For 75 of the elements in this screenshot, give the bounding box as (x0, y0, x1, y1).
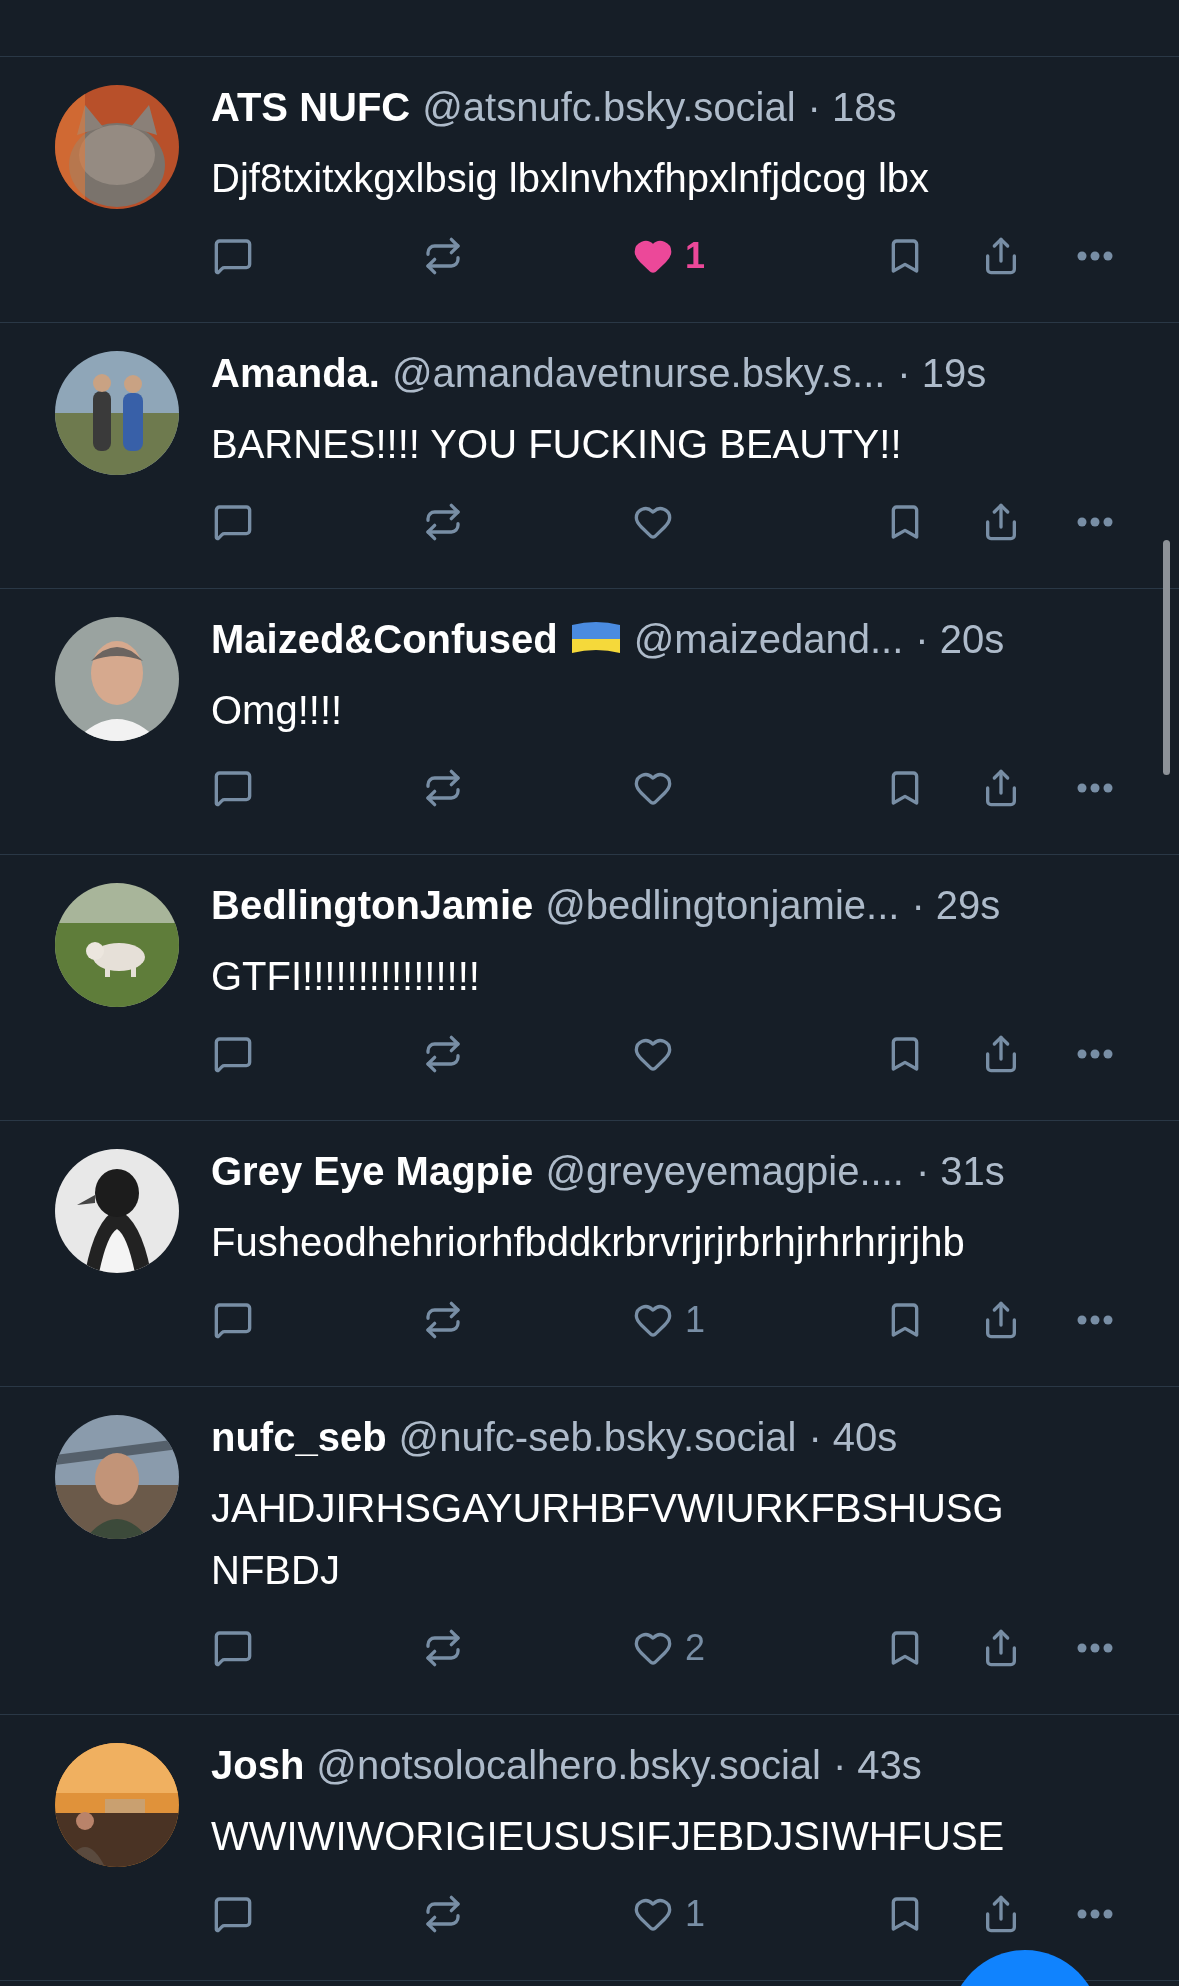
ellipsis-icon (1077, 783, 1113, 793)
author-handle[interactable]: @greyeyemagpie.... (545, 1148, 904, 1194)
repost-button[interactable] (423, 768, 463, 808)
author-handle[interactable]: @atsnufc.bsky.social (422, 84, 796, 130)
more-button[interactable] (1077, 251, 1113, 261)
more-button[interactable] (1077, 1643, 1113, 1653)
author-name[interactable]: BedlingtonJamie (211, 882, 534, 928)
speech-bubble-icon (213, 1034, 253, 1074)
speech-bubble-icon (213, 1628, 253, 1668)
more-button[interactable] (1077, 1049, 1113, 1059)
ellipsis-icon (1077, 251, 1113, 261)
post-text: JAHDJIRHSGAYURHBFVWIURKFBSHUSG NFBDJ (211, 1485, 1005, 1594)
reply-button[interactable] (213, 1628, 253, 1668)
post-text: Djf8txitxkgxlbsig lbxlnvhxfhpxlnfjdcog lbx (211, 155, 931, 202)
reply-button[interactable] (213, 236, 253, 276)
post-text: WWIWIWORIGIEUSUSIFJEBDJSIWHFUSE (211, 1813, 1006, 1860)
ellipsis-icon (1077, 1049, 1113, 1059)
reply-button[interactable] (213, 502, 253, 542)
post-time: · 18s (807, 84, 897, 130)
repost-icon (423, 768, 463, 808)
repost-button[interactable] (423, 1034, 463, 1074)
post-time: · 20s (915, 616, 1005, 662)
speech-bubble-icon (213, 236, 253, 276)
post-text: GTFI!!!!!!!!!!!!!!!! (211, 953, 481, 1000)
repost-button[interactable] (423, 236, 463, 276)
repost-icon (423, 1034, 463, 1074)
repost-icon (423, 502, 463, 542)
reply-button[interactable] (213, 768, 253, 808)
speech-bubble-icon (213, 502, 253, 542)
author-name[interactable]: Josh (211, 1742, 305, 1788)
more-button[interactable] (1077, 783, 1113, 793)
author-name[interactable]: Grey Eye Magpie (211, 1148, 534, 1194)
repost-button[interactable] (423, 502, 463, 542)
post-time: · 19s (897, 350, 987, 396)
post-text: Omg!!!! (211, 687, 344, 734)
speech-bubble-icon (213, 1300, 253, 1340)
speech-bubble-icon (213, 768, 253, 808)
repost-icon (423, 1894, 463, 1934)
reply-button[interactable] (213, 1034, 253, 1074)
scrollbar[interactable] (1163, 540, 1170, 775)
author-name[interactable]: nufc_seb (211, 1414, 387, 1460)
post-time: · 31s (915, 1148, 1005, 1194)
like-button[interactable]: 1 (633, 235, 706, 277)
post-time: · 40s (808, 1414, 898, 1460)
ellipsis-icon (1077, 517, 1113, 527)
reply-button[interactable] (213, 1300, 253, 1340)
ellipsis-icon (1077, 1643, 1113, 1653)
repost-button[interactable] (423, 1300, 463, 1340)
post-text: BARNES!!!! YOU FUCKING BEAUTY!! (211, 421, 903, 468)
like-button[interactable]: 2 (633, 1627, 706, 1669)
more-button[interactable] (1077, 1909, 1113, 1919)
more-button[interactable] (1077, 1315, 1113, 1325)
ellipsis-icon (1077, 1909, 1113, 1919)
author-handle[interactable]: @bedlingtonjamie... (545, 882, 900, 928)
post-time: · 29s (911, 882, 1001, 928)
author-name[interactable]: Amanda. (211, 350, 380, 396)
post-time: · 43s (832, 1742, 922, 1788)
reply-button[interactable] (213, 1894, 253, 1934)
repost-icon (423, 1628, 463, 1668)
author-handle[interactable]: @notsolocalhero.bsky.social (316, 1742, 821, 1788)
author-name[interactable]: Maized&Confused (211, 616, 558, 662)
speech-bubble-icon (213, 1894, 253, 1934)
post-text: Fusheodhehriorhfbddkrbrvrjrjrbrhjrhrhrjrjhb (211, 1219, 966, 1266)
repost-icon (423, 1300, 463, 1340)
author-handle[interactable]: @nufc-seb.bsky.social (398, 1414, 797, 1460)
repost-icon (423, 236, 463, 276)
ellipsis-icon (1077, 1315, 1113, 1325)
more-button[interactable] (1077, 517, 1113, 527)
author-handle[interactable]: @maizedand... (633, 616, 904, 662)
author-handle[interactable]: @amandavetnurse.bsky.s... (391, 350, 886, 396)
repost-button[interactable] (423, 1894, 463, 1934)
repost-button[interactable] (423, 1628, 463, 1668)
author-name[interactable]: ATS NUFC (211, 84, 411, 130)
like-button[interactable]: 1 (633, 1299, 706, 1341)
like-button[interactable]: 1 (633, 1893, 706, 1935)
